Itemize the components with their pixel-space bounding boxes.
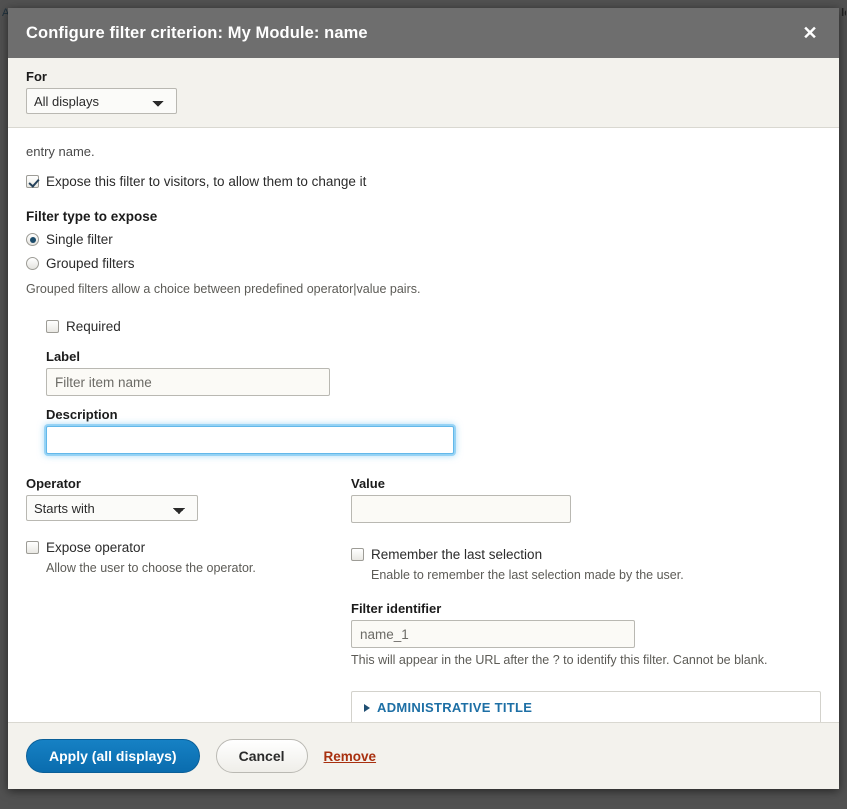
expose-operator-checkbox-row[interactable]: Expose operator <box>26 539 351 556</box>
required-checkbox-row[interactable]: Required <box>46 318 821 335</box>
description-input[interactable] <box>46 426 454 454</box>
administrative-title-section[interactable]: ADMINISTRATIVE TITLE <box>351 691 821 722</box>
label-input[interactable] <box>46 368 330 396</box>
operator-field-label: Operator <box>26 476 81 491</box>
value-field-label: Value <box>351 476 385 491</box>
operator-select[interactable]: Starts with <box>26 495 198 521</box>
dialog-title: Configure filter criterion: My Module: n… <box>26 23 368 42</box>
description-field-label: Description <box>46 407 118 422</box>
single-filter-label[interactable]: Single filter <box>46 231 113 248</box>
required-checkbox[interactable] <box>46 320 59 333</box>
remove-link[interactable]: Remove <box>324 749 377 764</box>
expose-filter-checkbox-row[interactable]: Expose this filter to visitors, to allow… <box>26 173 821 190</box>
for-display-select[interactable]: All displays <box>26 88 177 114</box>
dialog-body: entry name. Expose this filter to visito… <box>8 128 839 722</box>
required-label[interactable]: Required <box>66 318 121 335</box>
operator-value-columns: Operator Starts with Expose operator All… <box>26 476 821 722</box>
for-display-section: For All displays <box>8 58 839 128</box>
value-column: Value Remember the last selection Enable… <box>351 476 821 722</box>
expose-filter-label[interactable]: Expose this filter to visitors, to allow… <box>46 173 366 190</box>
remember-selection-checkbox-row[interactable]: Remember the last selection <box>351 546 821 563</box>
single-filter-radio[interactable] <box>26 233 39 246</box>
filter-type-heading: Filter type to expose <box>26 209 158 224</box>
value-input[interactable] <box>351 495 571 523</box>
cancel-button[interactable]: Cancel <box>215 739 308 773</box>
apply-all-displays-button[interactable]: Apply (all displays) <box>26 739 200 773</box>
configure-filter-criterion-dialog: Configure filter criterion: My Module: n… <box>8 8 839 789</box>
expose-operator-hint: Allow the user to choose the operator. <box>46 561 256 575</box>
for-label: For <box>26 69 47 84</box>
label-field-label: Label <box>46 349 80 364</box>
filter-identifier-input[interactable] <box>351 620 635 648</box>
expose-operator-label[interactable]: Expose operator <box>46 539 145 556</box>
grouped-filters-radio-row[interactable]: Grouped filters <box>26 255 821 272</box>
grouped-filters-hint: Grouped filters allow a choice between p… <box>26 282 421 296</box>
expose-filter-checkbox[interactable] <box>26 175 39 188</box>
single-filter-radio-row[interactable]: Single filter <box>26 231 821 248</box>
administrative-title-label[interactable]: ADMINISTRATIVE TITLE <box>377 700 532 715</box>
remember-selection-label[interactable]: Remember the last selection <box>371 546 542 563</box>
remember-selection-hint: Enable to remember the last selection ma… <box>371 568 684 582</box>
expose-operator-checkbox[interactable] <box>26 541 39 554</box>
administrative-title-summary[interactable]: ADMINISTRATIVE TITLE <box>364 700 810 715</box>
dialog-titlebar: Configure filter criterion: My Module: n… <box>8 8 839 58</box>
close-icon[interactable]: ✕ <box>795 18 825 48</box>
chevron-right-icon <box>364 703 370 712</box>
operator-column: Operator Starts with Expose operator All… <box>26 476 351 722</box>
remember-selection-checkbox[interactable] <box>351 548 364 561</box>
filter-identifier-field-label: Filter identifier <box>351 601 442 616</box>
filter-identifier-hint: This will appear in the URL after the ? … <box>351 653 768 667</box>
grouped-filters-label[interactable]: Grouped filters <box>46 255 135 272</box>
dialog-footer: Apply (all displays) Cancel Remove <box>8 722 839 789</box>
entry-name-description: entry name. <box>26 144 95 159</box>
grouped-filters-radio[interactable] <box>26 257 39 270</box>
